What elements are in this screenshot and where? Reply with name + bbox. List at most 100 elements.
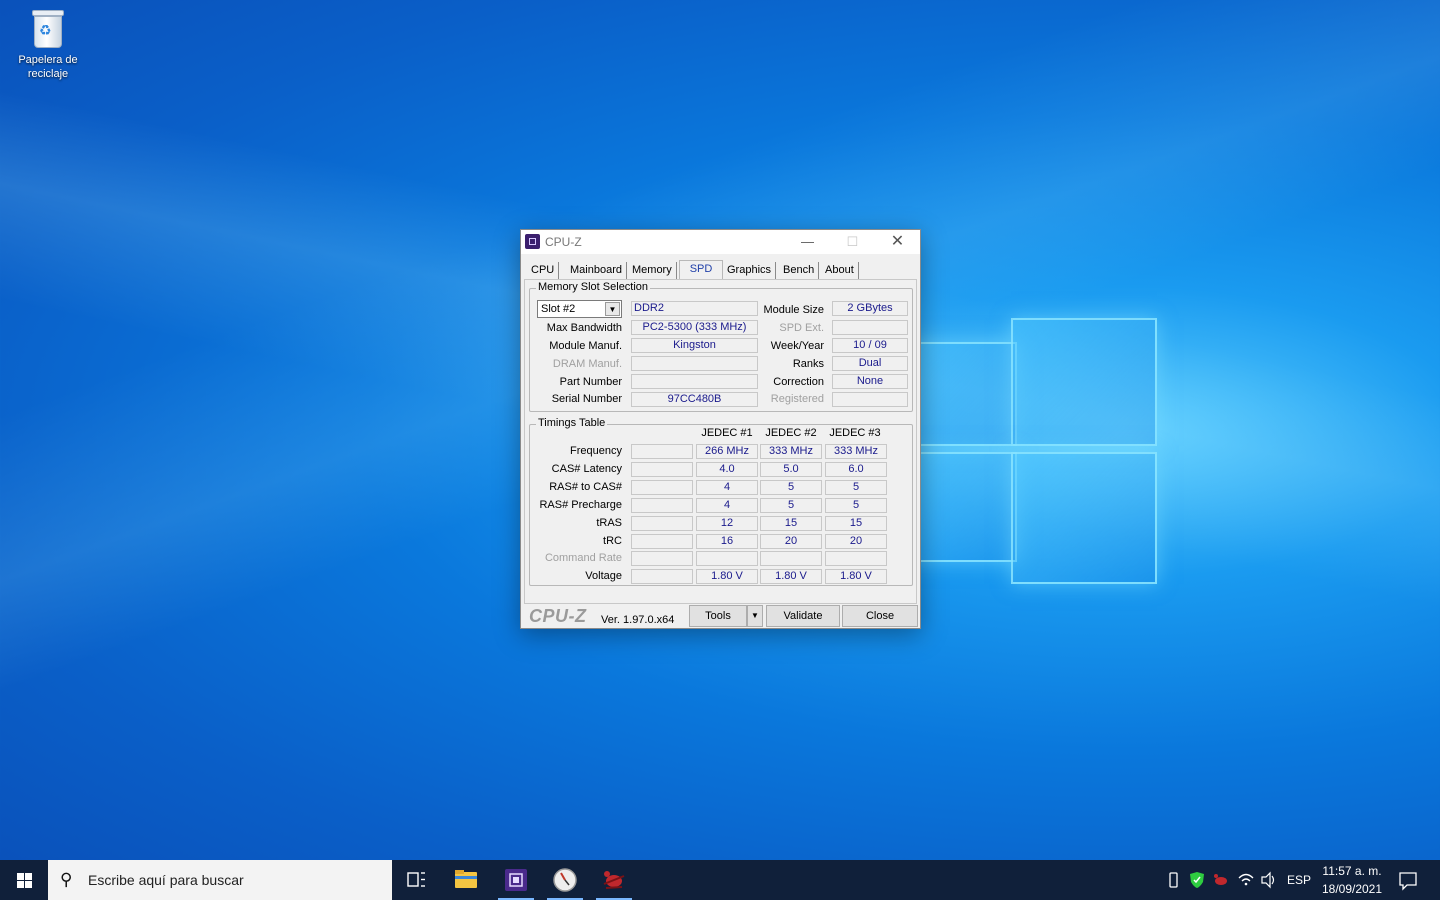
timing-row-label: RAS# Precharge xyxy=(539,499,622,511)
spd-ext-label: SPD Ext. xyxy=(779,322,824,334)
chevron-down-icon: ▼ xyxy=(751,611,759,620)
timing-row-label: Voltage xyxy=(585,570,622,582)
timing-cell-jedec-3: 20 xyxy=(825,534,887,549)
timing-row-label: RAS# to CAS# xyxy=(549,481,622,493)
usb-icon xyxy=(1169,872,1178,888)
minimize-button[interactable]: — xyxy=(785,230,830,254)
memory-slot-group-title: Memory Slot Selection xyxy=(536,281,651,293)
tab-mainboard[interactable]: Mainboard xyxy=(566,262,627,280)
timing-cell-jedec-2 xyxy=(760,551,822,566)
language-indicator[interactable]: ESP xyxy=(1286,860,1312,900)
speaker-icon xyxy=(1261,871,1275,889)
close-button[interactable]: Close xyxy=(842,605,918,627)
timing-blank-cell xyxy=(631,569,693,584)
jedec-1-header: JEDEC #1 xyxy=(701,427,753,439)
part-number-label: Part Number xyxy=(559,376,622,388)
cpu-z-taskbar-button[interactable] xyxy=(494,860,538,900)
timing-cell-jedec-1: 1.80 V xyxy=(696,569,758,584)
timing-cell-jedec-2: 20 xyxy=(760,534,822,549)
volume-tray-button[interactable] xyxy=(1259,860,1279,900)
week-year-value: 10 / 09 xyxy=(832,338,908,353)
tools-dropdown-button[interactable]: ▼ xyxy=(747,605,763,627)
timing-blank-cell xyxy=(631,534,693,549)
recycle-bin-icon: ♻ xyxy=(30,6,66,50)
module-manuf-label: Module Manuf. xyxy=(549,340,622,352)
tab-bench[interactable]: Bench xyxy=(779,262,820,280)
tab-cpu[interactable]: CPU xyxy=(527,262,560,280)
serial-number-value: 97CC480B xyxy=(631,392,758,407)
timing-cell-jedec-2: 15 xyxy=(760,516,822,531)
timing-row-label: Frequency xyxy=(570,445,622,457)
tools-button[interactable]: Tools xyxy=(689,605,747,627)
timing-cell-jedec-3: 1.80 V xyxy=(825,569,887,584)
window-title: CPU-Z xyxy=(545,235,582,249)
timing-row-label: CAS# Latency xyxy=(551,463,622,475)
ranks-value: Dual xyxy=(832,356,908,371)
timing-blank-cell xyxy=(631,444,693,459)
timing-cell-jedec-1 xyxy=(696,551,758,566)
wallpaper-windows-logo xyxy=(905,318,1157,584)
timing-cell-jedec-1: 4 xyxy=(696,480,758,495)
timing-cell-jedec-3: 15 xyxy=(825,516,887,531)
bug-app-icon xyxy=(603,871,625,889)
tab-about[interactable]: About xyxy=(821,262,859,280)
search-icon: ⚲ xyxy=(60,870,73,890)
tab-spd[interactable]: SPD xyxy=(679,260,723,280)
module-manuf-value: Kingston xyxy=(631,338,758,353)
timing-blank-cell xyxy=(631,498,693,513)
timing-row-label: Command Rate xyxy=(544,552,622,564)
week-year-label: Week/Year xyxy=(770,340,824,352)
app-tray-button[interactable] xyxy=(1211,860,1231,900)
clock[interactable]: 11:57 a. m. 18/09/2021 xyxy=(1310,862,1394,898)
registered-value xyxy=(832,392,908,407)
bug-app-taskbar-button[interactable] xyxy=(592,860,636,900)
module-size-value: 2 GBytes xyxy=(832,301,908,316)
clock-date: 18/09/2021 xyxy=(1321,882,1383,896)
timing-blank-cell xyxy=(631,480,693,495)
cpu-z-window: CPU-Z — ☐ ✕ CPU Mainboard Memory SPD Gra… xyxy=(520,229,921,629)
serial-number-label: Serial Number xyxy=(551,393,622,405)
timing-row-label: tRC xyxy=(603,535,622,547)
recycle-bin-desktop-icon[interactable]: ♻ Papelera de reciclaje xyxy=(12,6,84,81)
bug-tray-icon xyxy=(1214,874,1227,885)
network-tray-button[interactable] xyxy=(1236,860,1256,900)
timing-blank-cell xyxy=(631,462,693,477)
window-footer: CPU-Z Ver. 1.97.0.x64 Tools ▼ Validate C… xyxy=(521,604,920,628)
timing-cell-jedec-1: 16 xyxy=(696,534,758,549)
timing-cell-jedec-2: 5 xyxy=(760,498,822,513)
title-bar[interactable]: CPU-Z — ☐ ✕ xyxy=(521,230,920,254)
task-view-icon xyxy=(407,872,425,887)
start-button[interactable] xyxy=(0,860,48,900)
timing-cell-jedec-1: 266 MHz xyxy=(696,444,758,459)
tab-memory[interactable]: Memory xyxy=(628,262,677,280)
maximize-button[interactable]: ☐ xyxy=(830,230,875,254)
dram-manuf-value xyxy=(631,356,758,371)
file-explorer-button[interactable] xyxy=(444,860,488,900)
slot-dropdown[interactable]: Slot #2 ▼ xyxy=(537,300,622,318)
dram-manuf-label: DRAM Manuf. xyxy=(552,358,622,370)
tab-graphics[interactable]: Graphics xyxy=(723,262,777,280)
timing-cell-jedec-1: 12 xyxy=(696,516,758,531)
cpu-z-app-icon xyxy=(525,234,540,249)
spd-ext-value xyxy=(832,320,908,335)
correction-label: Correction xyxy=(773,376,824,388)
taskbar-search-box[interactable]: ⚲ Escribe aquí para buscar xyxy=(48,860,392,900)
file-explorer-icon xyxy=(455,870,477,888)
taskbar: ⚲ Escribe aquí para buscar ESP 11:57 a. … xyxy=(0,860,1440,900)
recycle-bin-label: Papelera de reciclaje xyxy=(18,54,78,80)
clock-app-icon xyxy=(553,868,577,892)
validate-button[interactable]: Validate xyxy=(766,605,840,627)
clock-time: 11:57 a. m. xyxy=(1322,864,1382,878)
task-view-button[interactable] xyxy=(394,860,438,900)
search-placeholder: Escribe aquí para buscar xyxy=(88,872,244,888)
wifi-icon xyxy=(1238,873,1254,886)
usb-tray-button[interactable] xyxy=(1164,860,1182,900)
max-bandwidth-label: Max Bandwidth xyxy=(546,322,622,334)
clock-app-taskbar-button[interactable] xyxy=(543,860,587,900)
ranks-label: Ranks xyxy=(792,358,824,370)
timing-cell-jedec-2: 1.80 V xyxy=(760,569,822,584)
security-tray-button[interactable] xyxy=(1187,860,1207,900)
correction-value: None xyxy=(832,374,908,389)
notifications-button[interactable] xyxy=(1396,860,1420,900)
close-window-button[interactable]: ✕ xyxy=(875,230,920,254)
